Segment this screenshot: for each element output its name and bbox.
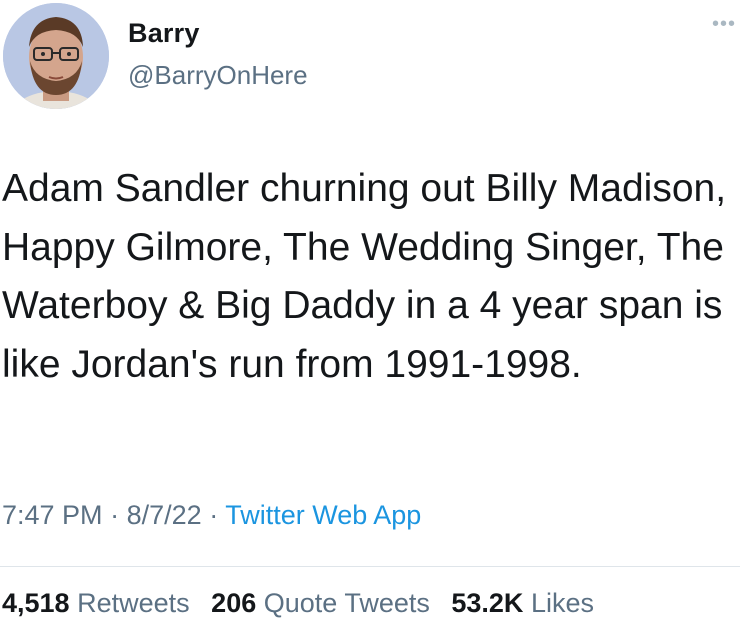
retweets-count: 4,518 [2, 588, 70, 618]
likes-count: 53.2K [451, 588, 524, 618]
retweets-stat[interactable]: 4,518 Retweets [2, 588, 190, 618]
likes-label: Likes [530, 588, 594, 618]
author-name[interactable]: Barry [128, 18, 200, 49]
meta-separator: · [110, 500, 120, 530]
likes-stat[interactable]: 53.2K Likes [451, 588, 594, 618]
tweet: Barry @BarryOnHere ••• Adam Sandler chur… [0, 0, 740, 624]
more-dots-icon[interactable]: ••• [712, 14, 736, 34]
meta-separator: · [209, 500, 219, 530]
divider [0, 566, 740, 567]
quote-tweets-label: Quote Tweets [263, 588, 430, 618]
avatar-image [3, 3, 109, 109]
tweet-date[interactable]: 8/7/22 [127, 500, 202, 530]
author-handle[interactable]: @BarryOnHere [128, 60, 308, 91]
avatar[interactable] [3, 3, 109, 109]
quote-tweets-stat[interactable]: 206 Quote Tweets [211, 588, 430, 618]
tweet-text: Adam Sandler churning out Billy Madison,… [2, 167, 727, 386]
tweet-meta: 7:47 PM · 8/7/22 · Twitter Web App [2, 500, 421, 531]
quote-tweets-count: 206 [211, 588, 257, 618]
tweet-time[interactable]: 7:47 PM [2, 500, 103, 530]
retweets-label: Retweets [77, 588, 190, 618]
tweet-source-app[interactable]: Twitter Web App [225, 500, 421, 530]
tweet-stats: 4,518 Retweets 206 Quote Tweets 53.2K Li… [2, 588, 608, 619]
